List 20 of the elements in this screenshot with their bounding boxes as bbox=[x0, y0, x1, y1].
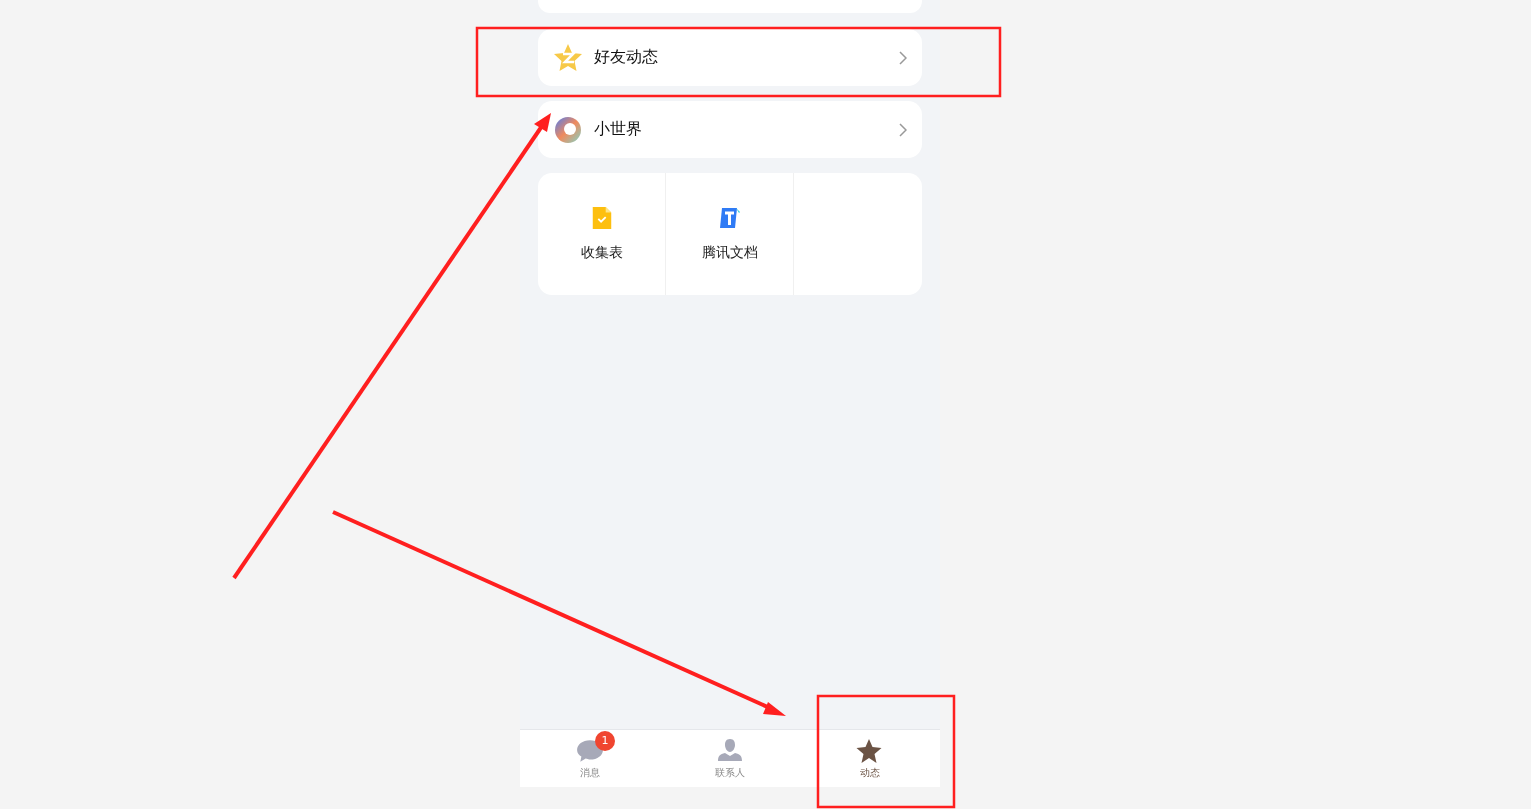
star-icon bbox=[856, 737, 884, 764]
tab[interactable]: 1 消息 bbox=[520, 730, 660, 787]
star-icon bbox=[553, 42, 583, 73]
document-icon bbox=[718, 206, 741, 230]
app-tile[interactable]: 腾讯文档 bbox=[666, 173, 794, 295]
row-label: 小世界 bbox=[594, 119, 643, 140]
app-tile[interactable]: 收集表 bbox=[538, 173, 666, 295]
app-label: 腾讯文档 bbox=[701, 244, 758, 262]
ring-icon bbox=[553, 114, 583, 145]
tab[interactable]: 联系人 bbox=[660, 730, 800, 787]
person-icon bbox=[716, 737, 744, 764]
app-label: 收集表 bbox=[580, 244, 623, 262]
chevron-icon bbox=[899, 122, 907, 137]
unread-badge: 1 bbox=[595, 730, 615, 751]
row-label: 好友动态 bbox=[594, 47, 659, 68]
checked-document-icon bbox=[590, 206, 613, 230]
tab[interactable]: 动态 bbox=[800, 730, 940, 787]
menu-row[interactable]: 好友动态 bbox=[538, 29, 922, 86]
menu-row[interactable]: 小世界 bbox=[538, 101, 922, 158]
chevron-icon bbox=[899, 50, 907, 65]
